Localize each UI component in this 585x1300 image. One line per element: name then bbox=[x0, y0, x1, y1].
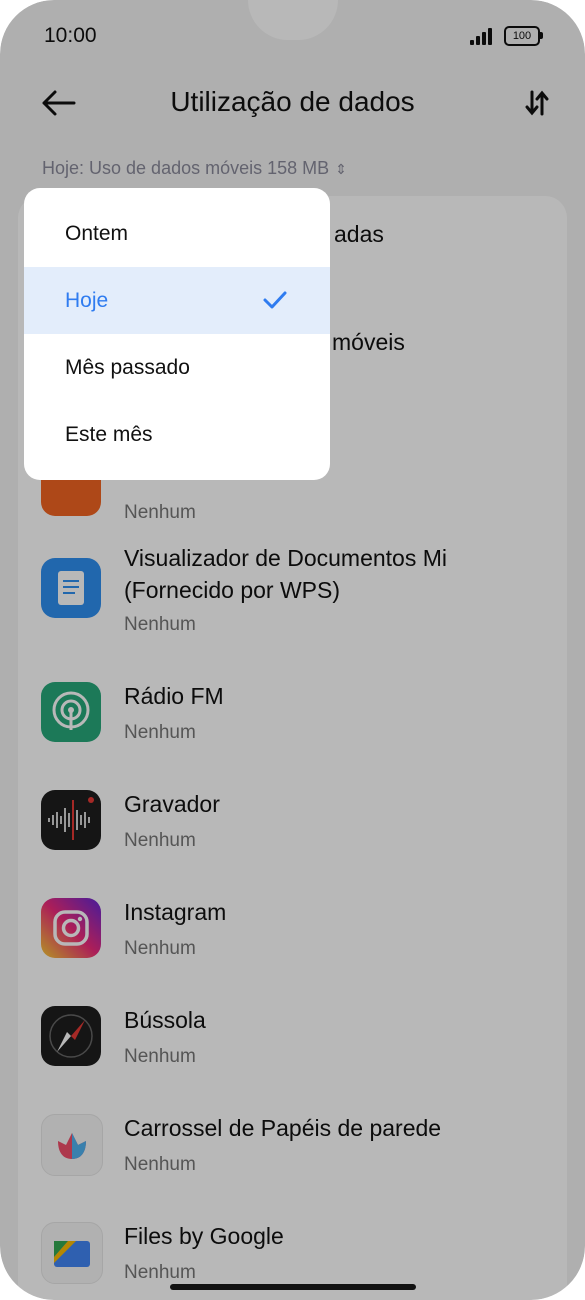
phone-frame: 10:00 100 Utilização de dados Hoje: Uso … bbox=[0, 0, 585, 1300]
menu-item-label: Hoje bbox=[65, 289, 109, 312]
menu-item-este-mes[interactable]: Este mês bbox=[24, 401, 330, 468]
menu-item-label: Ontem bbox=[65, 222, 129, 245]
home-indicator[interactable] bbox=[170, 1284, 416, 1290]
menu-item-ontem[interactable]: Ontem bbox=[24, 200, 330, 267]
menu-item-hoje[interactable]: Hoje bbox=[24, 267, 330, 334]
screen: 10:00 100 Utilização de dados Hoje: Uso … bbox=[0, 0, 585, 1300]
date-range-menu: Ontem Hoje Mês passado Este mês bbox=[24, 188, 330, 480]
menu-item-label: Este mês bbox=[65, 423, 153, 446]
checkmark-icon bbox=[262, 288, 288, 312]
menu-item-mes-passado[interactable]: Mês passado bbox=[24, 334, 330, 401]
menu-item-label: Mês passado bbox=[65, 356, 190, 379]
